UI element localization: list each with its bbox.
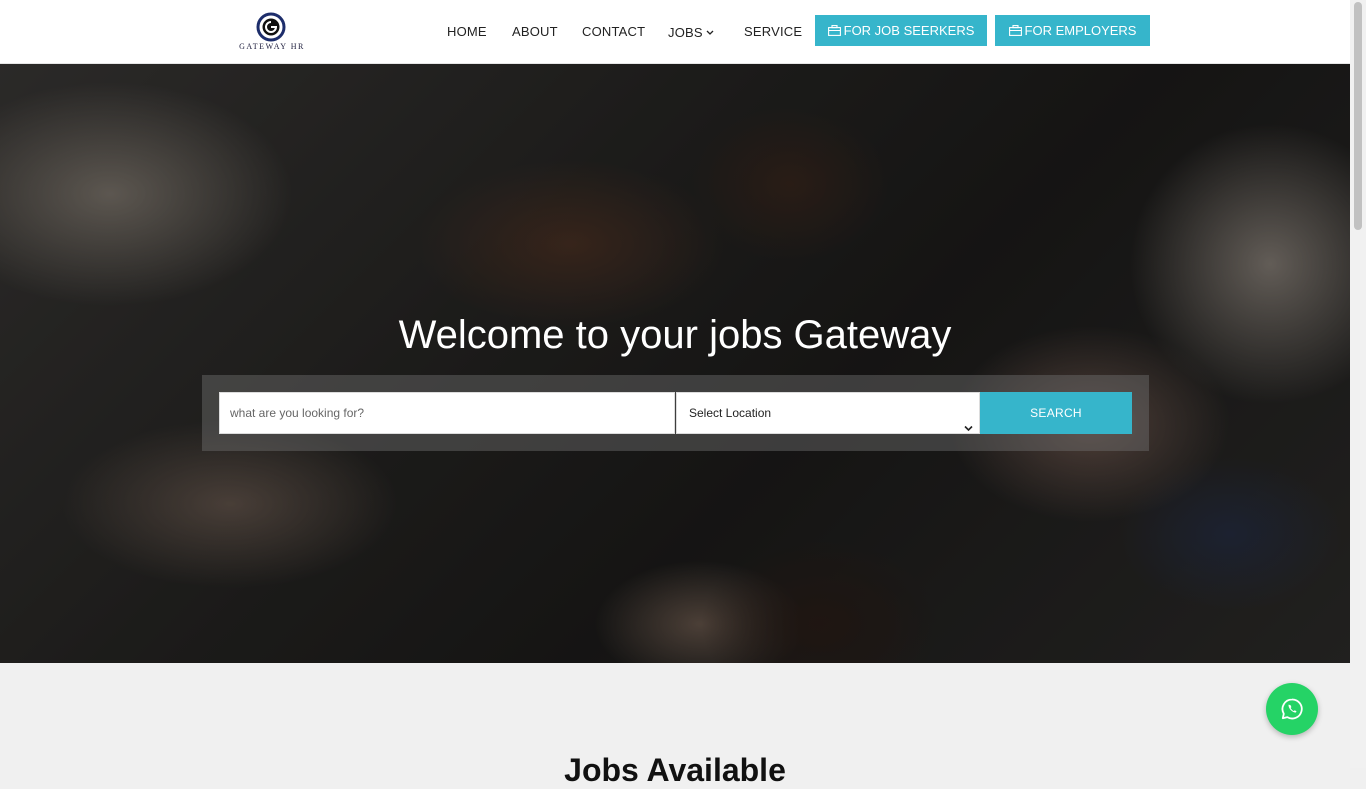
nav-about[interactable]: ABOUT — [512, 24, 558, 39]
location-select-value: Select Location — [689, 406, 772, 420]
site-header: GATEWAY HR HOME ABOUT CONTACT JOBS SERVI… — [0, 0, 1350, 64]
location-select[interactable]: Select Location — [676, 392, 980, 434]
scrollbar-thumb[interactable] — [1354, 2, 1362, 230]
whatsapp-icon — [1281, 698, 1303, 720]
hero-banner: Welcome to your jobs Gateway Select Loca… — [0, 64, 1350, 663]
search-button[interactable]: SEARCH — [980, 392, 1132, 434]
for-job-seekers-label: FOR JOB SEERKERS — [843, 23, 975, 38]
hero-background-image — [0, 64, 1350, 663]
logo-text: GATEWAY HR — [239, 42, 305, 51]
jobs-available-heading: Jobs Available — [564, 752, 786, 788]
search-input[interactable] — [219, 392, 675, 434]
hero-title: Welcome to your jobs Gateway — [398, 312, 952, 357]
nav-jobs[interactable]: JOBS — [668, 24, 714, 40]
nav-home[interactable]: HOME — [447, 24, 487, 39]
page-scrollbar[interactable] — [1350, 0, 1366, 768]
briefcase-icon — [827, 16, 841, 47]
site-logo[interactable]: GATEWAY HR — [236, 12, 308, 54]
chevron-down-icon — [706, 24, 714, 39]
chevron-down-icon — [964, 408, 973, 448]
whatsapp-button[interactable] — [1266, 683, 1318, 735]
nav-jobs-label: JOBS — [668, 25, 703, 40]
for-employers-label: FOR EMPLOYERS — [1024, 23, 1137, 38]
briefcase-icon — [1008, 16, 1022, 47]
nav-service[interactable]: SERVICE — [744, 24, 802, 39]
nav-contact[interactable]: CONTACT — [582, 24, 645, 39]
job-search-box: Select Location SEARCH — [202, 375, 1149, 451]
gateway-logo-icon — [256, 12, 286, 42]
for-job-seekers-button[interactable]: FOR JOB SEERKERS — [815, 15, 987, 46]
for-employers-button[interactable]: FOR EMPLOYERS — [995, 15, 1150, 46]
